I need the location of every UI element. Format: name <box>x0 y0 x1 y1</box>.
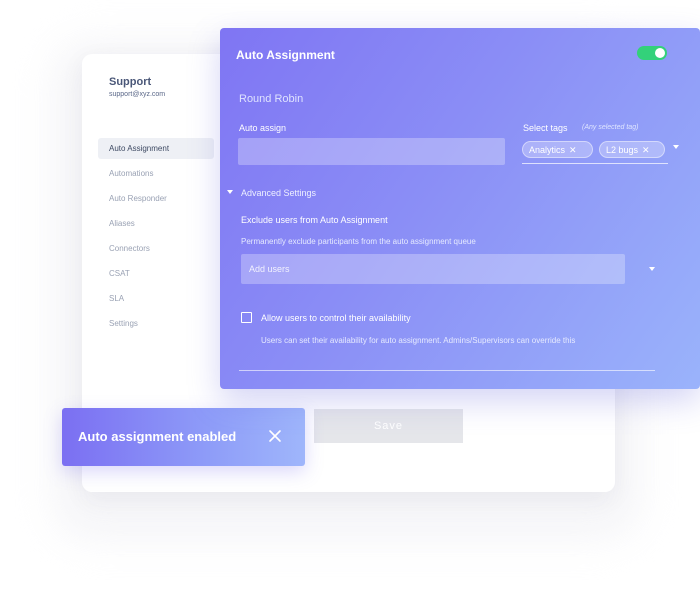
remove-tag-icon[interactable]: ✕ <box>642 145 650 155</box>
sidebar-item-auto-assignment[interactable]: Auto Assignment <box>98 138 214 159</box>
auto-assignment-modal: Auto Assignment Round Robin Auto assign … <box>220 28 700 389</box>
sidebar-item-sla[interactable]: SLA <box>98 288 214 309</box>
auto-assignment-toggle[interactable] <box>637 46 667 60</box>
auto-assign-input[interactable] <box>238 138 505 165</box>
availability-description: Users can set their availability for aut… <box>261 336 576 345</box>
caret-down-icon[interactable] <box>227 190 233 194</box>
sidebar-item-aliases[interactable]: Aliases <box>98 213 214 234</box>
sidebar-nav: Auto Assignment Automations Auto Respond… <box>98 138 214 338</box>
toggle-knob <box>655 48 665 58</box>
divider <box>239 370 655 371</box>
modal-title: Auto Assignment <box>236 48 335 62</box>
tag-label: L2 bugs <box>606 145 639 155</box>
availability-label: Allow users to control their availabilit… <box>261 313 411 323</box>
sidebar-item-settings[interactable]: Settings <box>98 313 214 334</box>
availability-checkbox[interactable] <box>241 312 252 323</box>
auto-assign-label: Auto assign <box>239 123 287 133</box>
chevron-down-icon[interactable] <box>649 267 655 271</box>
chevron-down-icon[interactable] <box>673 145 679 149</box>
exclude-users-subtitle: Permanently exclude participants from th… <box>241 237 476 246</box>
save-button[interactable]: Save <box>314 409 463 443</box>
sidebar-item-automations[interactable]: Automations <box>98 163 214 184</box>
sidebar-item-connectors[interactable]: Connectors <box>98 238 214 259</box>
select-tags-hint: (Any selected tag) <box>582 124 639 131</box>
toast-message: Auto assignment enabled <box>78 429 237 444</box>
tags-select[interactable]: Analytics ✕ L2 bugs ✕ <box>522 138 668 164</box>
sidebar-item-csat[interactable]: CSAT <box>98 263 214 284</box>
select-tags-label: Select tags <box>523 123 568 133</box>
sidebar-item-auto-responder[interactable]: Auto Responder <box>98 188 214 209</box>
section-title: Round Robin <box>239 93 304 105</box>
close-icon[interactable] <box>267 428 283 444</box>
tag-label: Analytics <box>529 145 566 155</box>
org-email: support@xyz.com <box>109 91 166 98</box>
org-name: Support <box>109 76 152 88</box>
tag-chip-l2-bugs[interactable]: L2 bugs ✕ <box>599 141 665 158</box>
add-users-input[interactable] <box>241 254 625 284</box>
advanced-settings-toggle[interactable]: Advanced Settings <box>241 188 316 198</box>
exclude-users-title: Exclude users from Auto Assignment <box>241 215 388 225</box>
toast-notification: Auto assignment enabled <box>62 408 305 466</box>
tag-chip-analytics[interactable]: Analytics ✕ <box>522 141 593 158</box>
stage: Support support@xyz.com Auto Assignment … <box>0 0 700 602</box>
remove-tag-icon[interactable]: ✕ <box>569 145 577 155</box>
